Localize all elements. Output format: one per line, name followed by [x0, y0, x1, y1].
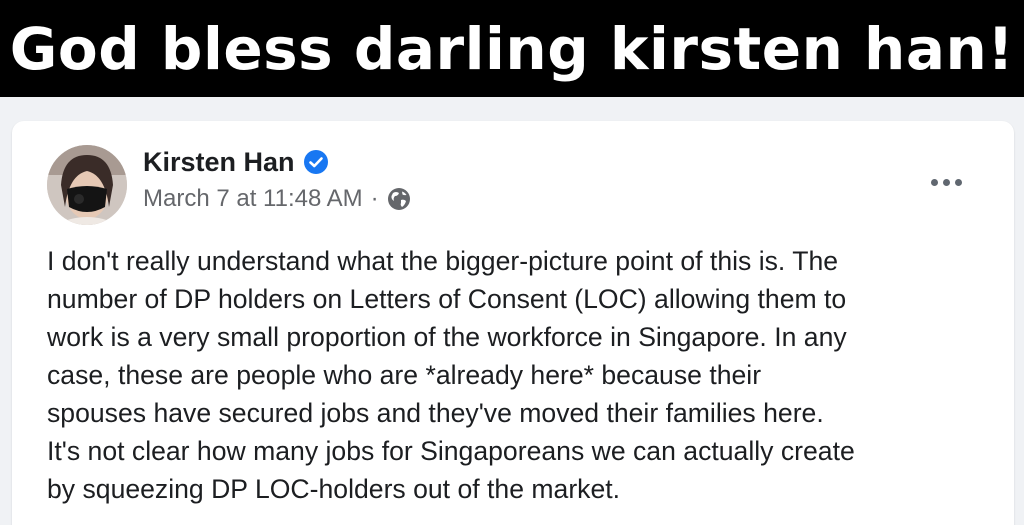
more-dot: [954, 178, 962, 186]
post-card: Kirsten Han March 7 at 11:48 AM · I don'…: [12, 121, 1014, 525]
post-line: I don't really understand what the bigge…: [47, 246, 839, 276]
post-body: I don't really understand what the bigge…: [47, 242, 997, 508]
verified-badge-icon: [303, 149, 329, 175]
globe-icon[interactable]: [387, 187, 411, 211]
post-timestamp[interactable]: March 7 at 11:48 AM: [143, 183, 363, 215]
more-dot: [942, 178, 950, 186]
more-options-icon[interactable]: [924, 165, 968, 199]
post-line: number of DP holders on Letters of Conse…: [47, 284, 847, 314]
post-line: by squeezing DP LOC-holders out of the m…: [47, 474, 621, 504]
post-line: It's not clear how many jobs for Singapo…: [47, 436, 855, 466]
avatar[interactable]: [47, 145, 127, 225]
post-line: case, these are people who are *already …: [47, 360, 762, 390]
banner-caption: God bless darling kirsten han!: [9, 14, 1015, 83]
more-dot: [930, 178, 938, 186]
post-line: spouses have secured jobs and they've mo…: [47, 398, 824, 428]
meta-separator: ·: [370, 185, 379, 212]
author-row: Kirsten Han: [143, 145, 329, 179]
post-meta: March 7 at 11:48 AM ·: [143, 183, 411, 215]
author-name[interactable]: Kirsten Han: [143, 145, 295, 179]
caption-banner: God bless darling kirsten han!: [0, 0, 1024, 97]
post-line: work is a very small proportion of the w…: [47, 322, 847, 352]
